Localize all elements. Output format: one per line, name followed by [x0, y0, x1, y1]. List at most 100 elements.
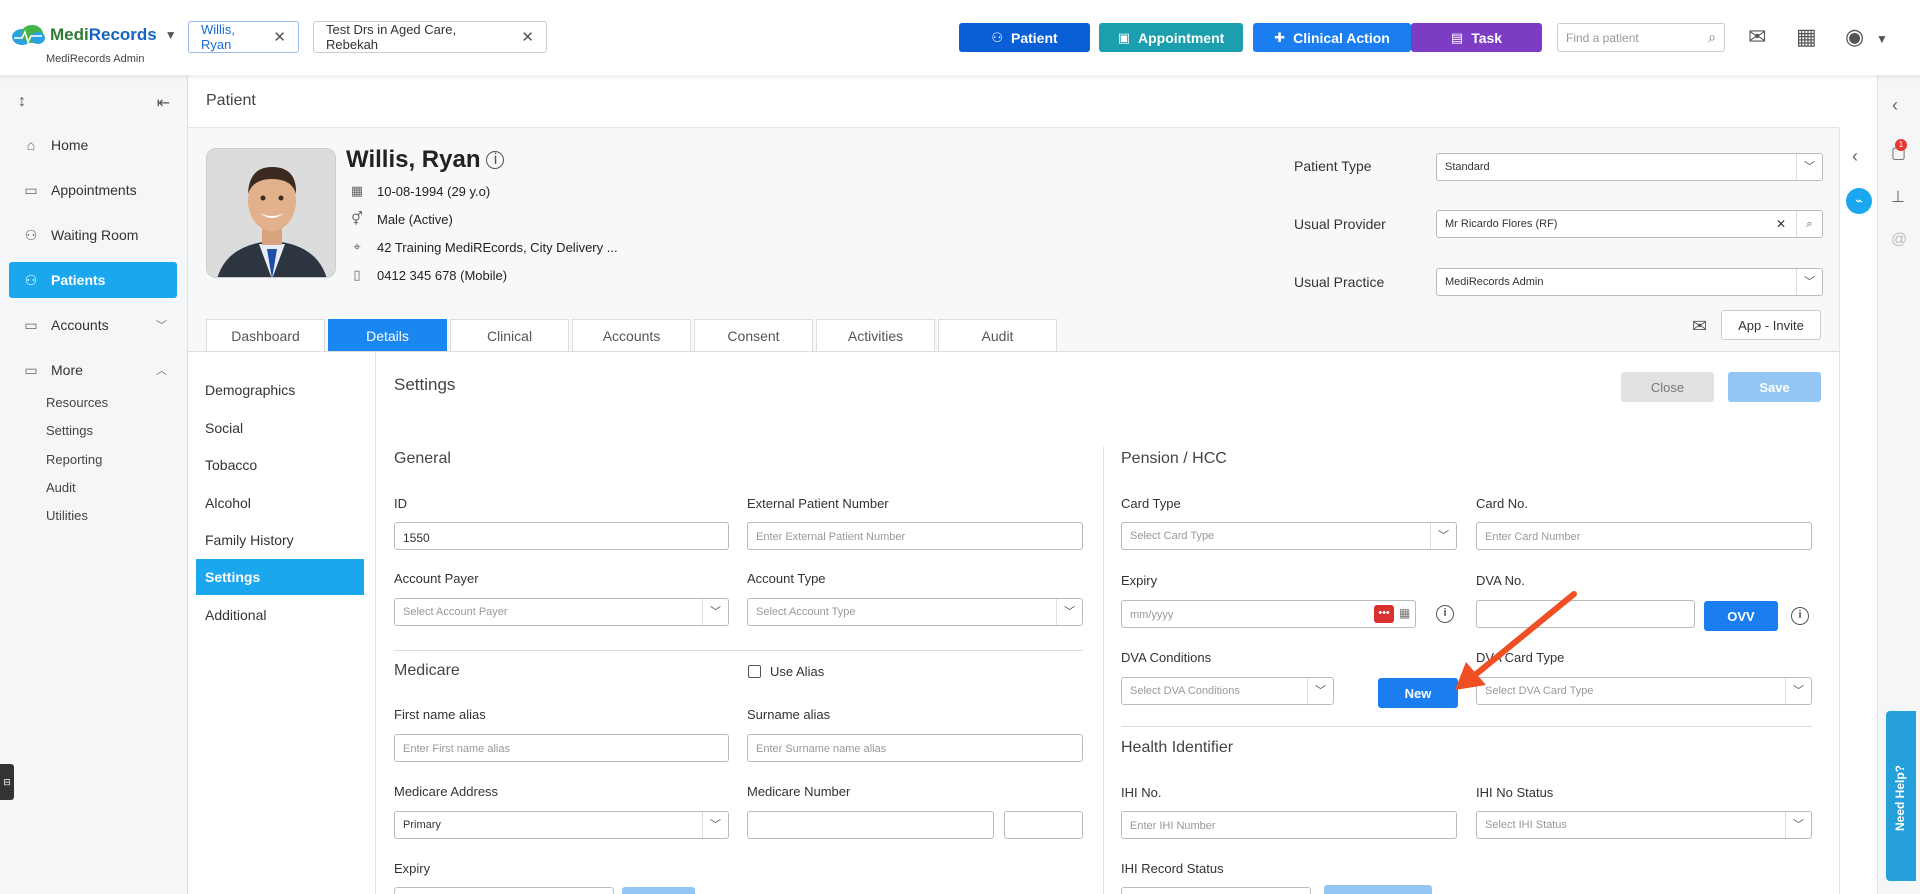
select-value: Primary: [403, 819, 441, 831]
search-icon[interactable]: ⌕: [1708, 29, 1716, 46]
app-invite-button[interactable]: App - Invite: [1721, 310, 1821, 340]
medicare-number-field[interactable]: [747, 811, 994, 839]
open-tab-rebekah[interactable]: Test Drs in Aged Care, Rebekah ✕: [313, 21, 547, 53]
app-logo[interactable]: MediRecords ▼: [10, 24, 177, 46]
brand-medi: Medi: [50, 25, 89, 44]
dva-card-type-select[interactable]: Select DVA Card Type ﹀: [1476, 677, 1812, 705]
collapse-sidebar-icon[interactable]: ⇤: [157, 93, 170, 113]
info-icon[interactable]: i: [1791, 607, 1809, 625]
sidebar-item-label: Waiting Room: [51, 227, 139, 243]
sidebar-item-home[interactable]: ⌂ Home: [9, 127, 177, 163]
tab-consent[interactable]: Consent: [694, 319, 813, 351]
calendar-icon[interactable]: ▦: [1399, 606, 1410, 620]
medicare-address-select[interactable]: Primary ﹀: [394, 811, 729, 839]
medicare-action-button[interactable]: [622, 887, 695, 894]
ovv-button[interactable]: OVV: [1704, 601, 1778, 631]
ihi-no-field[interactable]: Enter IHI Number: [1121, 811, 1457, 839]
tab-details[interactable]: Details: [328, 319, 447, 351]
sidebar-sub-audit[interactable]: Audit: [46, 480, 76, 495]
chevron-down-icon[interactable]: ▼: [1876, 32, 1888, 46]
card-no-field[interactable]: Enter Card Number: [1476, 522, 1812, 550]
first-alias-field[interactable]: Enter First name alias: [394, 734, 729, 762]
search-icon[interactable]: ⌕: [1796, 211, 1822, 237]
sidebar-item-more[interactable]: ▭ More ︿: [9, 352, 177, 388]
sidebar-item-appointments[interactable]: ▭ Appointments: [9, 172, 177, 208]
ihi-action-button[interactable]: [1324, 885, 1432, 894]
use-alias-checkbox[interactable]: [748, 665, 761, 678]
new-task-button[interactable]: ▤ Task: [1411, 23, 1542, 52]
calendar-check-icon[interactable]: ▦: [1796, 24, 1817, 50]
new-appointment-button[interactable]: ▣ Appointment: [1099, 23, 1243, 52]
account-type-select[interactable]: Select Account Type ﹀: [747, 598, 1083, 626]
subnav-social[interactable]: Social: [196, 410, 364, 446]
surname-alias-label: Surname alias: [747, 707, 831, 722]
subnav-settings[interactable]: Settings: [196, 559, 364, 595]
pension-expiry-field[interactable]: mm/yyyy: [1121, 600, 1416, 628]
sidebar-sub-settings[interactable]: Settings: [46, 423, 93, 438]
sidebar-sub-utilities[interactable]: Utilities: [46, 508, 88, 523]
medicare-irn-field[interactable]: [1004, 811, 1083, 839]
tab-dashboard[interactable]: Dashboard: [206, 319, 325, 351]
find-placeholder: Find a patient: [1566, 31, 1639, 45]
id-field[interactable]: 1550: [394, 522, 729, 550]
user-avatar-icon[interactable]: ◉: [1845, 24, 1864, 50]
close-icon[interactable]: ✕: [273, 28, 286, 46]
dva-conditions-select[interactable]: Select DVA Conditions ﹀: [1121, 677, 1334, 705]
mail-icon[interactable]: ✉: [1692, 316, 1707, 337]
chevron-left-icon[interactable]: ‹: [1892, 95, 1898, 116]
select-value: Standard: [1445, 161, 1490, 173]
usual-provider-label: Usual Provider: [1294, 216, 1386, 232]
tag-icon[interactable]: ⌁: [1846, 188, 1872, 214]
pin-icon[interactable]: ⊥: [1891, 187, 1905, 207]
info-icon[interactable]: i: [486, 151, 505, 169]
medicare-expiry-field[interactable]: [394, 887, 614, 894]
resize-vertical-icon[interactable]: ↕: [18, 93, 26, 110]
chevron-down-icon[interactable]: ▼: [165, 28, 177, 42]
mail-icon[interactable]: ✉: [1748, 24, 1766, 50]
info-icon[interactable]: i: [1436, 605, 1454, 623]
save-button[interactable]: Save: [1728, 372, 1821, 402]
sidebar-sub-resources[interactable]: Resources: [46, 395, 108, 410]
tab-audit[interactable]: Audit: [938, 319, 1057, 351]
close-button[interactable]: Close: [1621, 372, 1714, 402]
tab-activities[interactable]: Activities: [816, 319, 935, 351]
dva-no-field[interactable]: [1476, 600, 1695, 628]
chevron-left-icon[interactable]: ‹: [1852, 146, 1858, 167]
open-tab-willis[interactable]: Willis, Ryan ✕: [188, 21, 299, 53]
account-payer-select[interactable]: Select Account Payer ﹀: [394, 598, 729, 626]
close-icon[interactable]: ✕: [521, 28, 534, 46]
usual-practice-select[interactable]: MediRecords Admin ﹀: [1436, 268, 1823, 296]
patient-type-select[interactable]: Standard ﹀: [1436, 153, 1823, 181]
card-type-select[interactable]: Select Card Type ﹀: [1121, 522, 1457, 550]
new-dva-condition-button[interactable]: New: [1378, 678, 1458, 708]
usual-provider-select[interactable]: Mr Ricardo Flores (RF) ✕ ⌕: [1436, 210, 1823, 238]
phone-text: 0412 345 678 (Mobile): [377, 267, 508, 283]
tab-clinical[interactable]: Clinical: [450, 319, 569, 351]
subnav-alcohol[interactable]: Alcohol: [196, 485, 364, 521]
subnav-additional[interactable]: Additional: [196, 597, 364, 633]
sidebar-sub-reporting[interactable]: Reporting: [46, 452, 102, 467]
surname-alias-field[interactable]: Enter Surname name alias: [747, 734, 1083, 762]
sidebar-item-accounts[interactable]: ▭ Accounts ﹀: [9, 307, 177, 343]
new-patient-button[interactable]: ⚇ Patient: [959, 23, 1090, 52]
subnav-family-history[interactable]: Family History: [196, 522, 364, 558]
button-label: Patient: [1010, 29, 1058, 46]
subnav-demographics[interactable]: Demographics: [196, 372, 364, 408]
general-section-title: General: [394, 450, 451, 467]
external-number-field[interactable]: Enter External Patient Number: [747, 522, 1083, 550]
tab-accounts[interactable]: Accounts: [572, 319, 691, 351]
sidebar-item-label: Accounts: [51, 317, 109, 333]
calendar-error-icon[interactable]: •••: [1374, 605, 1394, 623]
subnav-tobacco[interactable]: Tobacco: [196, 447, 364, 483]
ihi-record-status-field[interactable]: [1121, 887, 1311, 894]
side-drawer-handle[interactable]: ⊟: [0, 764, 14, 800]
birthday-cake-icon: ▦: [350, 183, 364, 198]
clear-icon[interactable]: ✕: [1776, 217, 1786, 231]
clinical-action-button[interactable]: ✚ Clinical Action: [1253, 23, 1411, 52]
sidebar-item-patients[interactable]: ⚇ Patients: [9, 262, 177, 298]
ihi-status-select[interactable]: Select IHI Status ﹀: [1476, 811, 1812, 839]
need-help-tab[interactable]: Need Help?: [1886, 711, 1916, 881]
find-patient-input[interactable]: Find a patient ⌕: [1557, 23, 1725, 52]
sidebar-item-waiting-room[interactable]: ⚇ Waiting Room: [9, 217, 177, 253]
at-sign-icon[interactable]: @: [1891, 231, 1907, 249]
